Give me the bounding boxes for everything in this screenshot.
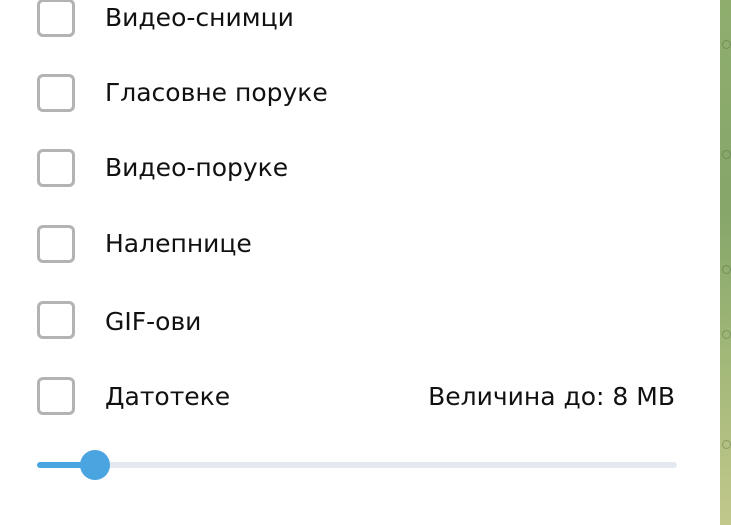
checkbox-voice-messages[interactable] bbox=[37, 74, 75, 112]
background-pattern-icon bbox=[722, 330, 731, 339]
checkbox-video-messages[interactable] bbox=[37, 149, 75, 187]
option-row-voice-messages[interactable]: Гласовне поруке bbox=[0, 64, 720, 124]
option-label-video-messages: Видео-поруке bbox=[105, 153, 289, 182]
chat-background-strip bbox=[720, 0, 731, 525]
background-pattern-icon bbox=[722, 440, 731, 449]
checkbox-stickers[interactable] bbox=[37, 225, 75, 263]
option-row-files[interactable]: Датотеке Величина до: 8 MB bbox=[0, 368, 720, 428]
checkbox-video[interactable] bbox=[37, 0, 75, 37]
option-label-stickers: Налепнице bbox=[105, 229, 252, 258]
slider-track[interactable] bbox=[37, 462, 677, 468]
option-row-gifs[interactable]: GIF-ови bbox=[0, 292, 720, 352]
settings-panel: Видео-снимци Гласовне поруке Видео-порук… bbox=[0, 0, 720, 525]
file-size-slider[interactable] bbox=[37, 450, 677, 480]
slider-thumb[interactable] bbox=[80, 450, 110, 480]
option-row-video-messages[interactable]: Видео-поруке bbox=[0, 140, 720, 200]
checkbox-gifs[interactable] bbox=[37, 301, 75, 339]
background-pattern-icon bbox=[722, 265, 731, 274]
file-size-limit-label: Величина до: 8 MB bbox=[428, 382, 675, 411]
option-label-voice-messages: Гласовне поруке bbox=[105, 78, 328, 107]
checkbox-files[interactable] bbox=[37, 377, 75, 415]
option-label-gifs: GIF-ови bbox=[105, 307, 202, 336]
auto-download-settings-screen: Видео-снимци Гласовне поруке Видео-порук… bbox=[0, 0, 731, 525]
option-row-stickers[interactable]: Налепнице bbox=[0, 216, 720, 276]
option-label-video: Видео-снимци bbox=[105, 3, 294, 32]
background-pattern-icon bbox=[722, 150, 731, 159]
option-row-video[interactable]: Видео-снимци bbox=[0, 0, 720, 48]
background-pattern-icon bbox=[722, 40, 731, 49]
option-label-files: Датотеке bbox=[105, 382, 231, 411]
